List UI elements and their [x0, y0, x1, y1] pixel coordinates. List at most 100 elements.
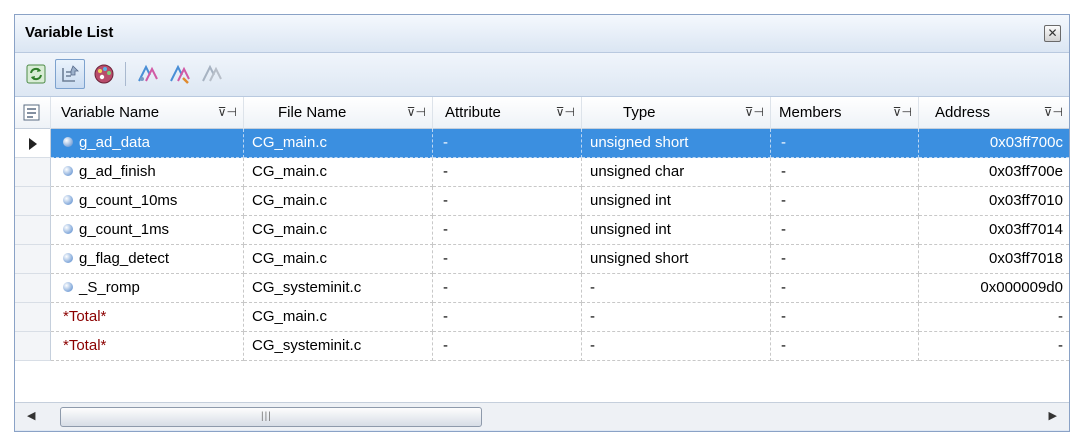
cell-variable-name[interactable]: g_ad_data [51, 129, 244, 158]
cell-file-name-text: CG_systeminit.c [252, 337, 362, 354]
row-header[interactable] [15, 303, 51, 332]
cell-file-name[interactable]: CG_main.c [244, 303, 433, 332]
cell-attribute[interactable]: - [433, 129, 582, 158]
cell-file-name[interactable]: CG_main.c [244, 187, 433, 216]
table-row[interactable]: g_ad_data CG_main.c - unsigned short - 0x03ff… [15, 129, 1069, 158]
cell-members[interactable]: - [771, 245, 919, 274]
scroll-right-icon[interactable]: ▶ [1049, 409, 1057, 422]
cell-type[interactable]: unsigned int [582, 187, 771, 216]
cell-attribute-text: - [443, 221, 448, 238]
scroll-thumb[interactable]: ||| [60, 407, 482, 427]
cell-address[interactable]: 0x000009d0 [919, 274, 1069, 303]
row-header[interactable] [15, 187, 51, 216]
cell-file-name[interactable]: CG_main.c [244, 158, 433, 187]
cell-file-name[interactable]: CG_main.c [244, 216, 433, 245]
row-header[interactable] [15, 245, 51, 274]
cell-members[interactable]: - [771, 303, 919, 332]
cell-type[interactable]: - [582, 332, 771, 361]
cell-variable-name[interactable]: *Total* [51, 332, 244, 361]
scroll-left-icon[interactable]: ◀ [27, 409, 35, 422]
cell-attribute[interactable]: - [433, 216, 582, 245]
current-row-indicator-icon [29, 138, 37, 150]
cell-attribute[interactable]: - [433, 274, 582, 303]
refresh-button[interactable] [21, 59, 51, 89]
column-label: Members [779, 104, 842, 121]
variable-icon [63, 224, 73, 235]
cell-members[interactable]: - [771, 187, 919, 216]
column-header-file-name[interactable]: File Name ⊽⊣ [244, 97, 433, 129]
select-all-corner[interactable] [15, 97, 51, 129]
display-option-button[interactable] [55, 59, 85, 89]
cell-variable-name[interactable]: g_ad_finish [51, 158, 244, 187]
cell-members[interactable]: - [771, 274, 919, 303]
cell-attribute-text: - [443, 163, 448, 180]
cell-variable-name[interactable]: g_count_10ms [51, 187, 244, 216]
cell-file-name[interactable]: CG_systeminit.c [244, 274, 433, 303]
cell-address[interactable]: 0x03ff7014 [919, 216, 1069, 245]
row-header[interactable] [15, 158, 51, 187]
function-list-button[interactable] [133, 59, 163, 89]
row-header[interactable] [15, 274, 51, 303]
table-row[interactable]: g_count_10ms CG_main.c - unsigned int - 0x03f… [15, 187, 1069, 216]
cell-type[interactable]: unsigned char [582, 158, 771, 187]
filter-pin-icon[interactable]: ⊽⊣ [745, 97, 764, 128]
cell-attribute[interactable]: - [433, 187, 582, 216]
column-header-variable-name[interactable]: Variable Name ⊽⊣ [51, 97, 244, 129]
row-header[interactable] [15, 332, 51, 361]
cell-type[interactable]: unsigned int [582, 216, 771, 245]
cell-address[interactable]: 0x03ff7010 [919, 187, 1069, 216]
cell-attribute[interactable]: - [433, 303, 582, 332]
table-row[interactable]: g_count_1ms CG_main.c - unsigned int - 0x03ff… [15, 216, 1069, 245]
column-header-type[interactable]: Type ⊽⊣ [582, 97, 771, 129]
column-header-attribute[interactable]: Attribute ⊽⊣ [433, 97, 582, 129]
filter-pin-icon[interactable]: ⊽⊣ [407, 97, 426, 128]
cell-members[interactable]: - [771, 332, 919, 361]
cell-type[interactable]: unsigned short [582, 245, 771, 274]
cell-address[interactable]: - [919, 303, 1069, 332]
cell-variable-name-text: g_ad_data [79, 134, 150, 151]
column-header-members[interactable]: Members ⊽⊣ [771, 97, 919, 129]
row-header[interactable] [15, 216, 51, 245]
function-list-alt-button[interactable] [165, 59, 195, 89]
table-row[interactable]: g_ad_finish CG_main.c - unsigned char - 0x03f… [15, 158, 1069, 187]
close-button[interactable]: ✕ [1044, 25, 1061, 42]
column-label: File Name [278, 104, 347, 121]
cell-members[interactable]: - [771, 216, 919, 245]
function-list-disabled-button[interactable] [197, 59, 227, 89]
filter-pin-icon[interactable]: ⊽⊣ [1044, 97, 1063, 128]
table-row[interactable]: _S_romp CG_systeminit.c - - - 0x000009d0 [15, 274, 1069, 303]
column-label: Attribute [445, 104, 501, 121]
cell-file-name[interactable]: CG_main.c [244, 129, 433, 158]
cell-members-text: - [781, 221, 786, 238]
cell-file-name[interactable]: CG_main.c [244, 245, 433, 274]
cell-type[interactable]: unsigned short [582, 129, 771, 158]
cell-variable-name[interactable]: g_count_1ms [51, 216, 244, 245]
cell-type-text: unsigned int [590, 221, 671, 238]
row-header[interactable] [15, 129, 51, 158]
table-row[interactable]: *Total* CG_systeminit.c - - - - [15, 332, 1069, 361]
cell-variable-name[interactable]: *Total* [51, 303, 244, 332]
horizontal-scrollbar[interactable]: ◀ ||| ▶ [15, 402, 1069, 430]
cell-address[interactable]: 0x03ff700c [919, 129, 1069, 158]
cell-attribute[interactable]: - [433, 158, 582, 187]
cell-attribute[interactable]: - [433, 245, 582, 274]
cell-address[interactable]: 0x03ff7018 [919, 245, 1069, 274]
cell-attribute[interactable]: - [433, 332, 582, 361]
cell-members[interactable]: - [771, 158, 919, 187]
filter-pin-icon[interactable]: ⊽⊣ [218, 97, 237, 128]
cell-type[interactable]: - [582, 303, 771, 332]
cell-variable-name[interactable]: _S_romp [51, 274, 244, 303]
cell-file-name[interactable]: CG_systeminit.c [244, 332, 433, 361]
cell-address-text: 0x03ff7014 [989, 221, 1063, 238]
filter-pin-icon[interactable]: ⊽⊣ [893, 97, 912, 128]
cell-address[interactable]: - [919, 332, 1069, 361]
palette-button[interactable] [89, 59, 119, 89]
column-header-address[interactable]: Address ⊽⊣ [919, 97, 1069, 129]
filter-pin-icon[interactable]: ⊽⊣ [556, 97, 575, 128]
cell-type[interactable]: - [582, 274, 771, 303]
table-row[interactable]: g_flag_detect CG_main.c - unsigned short - 0x… [15, 245, 1069, 274]
cell-members[interactable]: - [771, 129, 919, 158]
cell-variable-name[interactable]: g_flag_detect [51, 245, 244, 274]
cell-address[interactable]: 0x03ff700e [919, 158, 1069, 187]
table-row[interactable]: *Total* CG_main.c - - - - [15, 303, 1069, 332]
